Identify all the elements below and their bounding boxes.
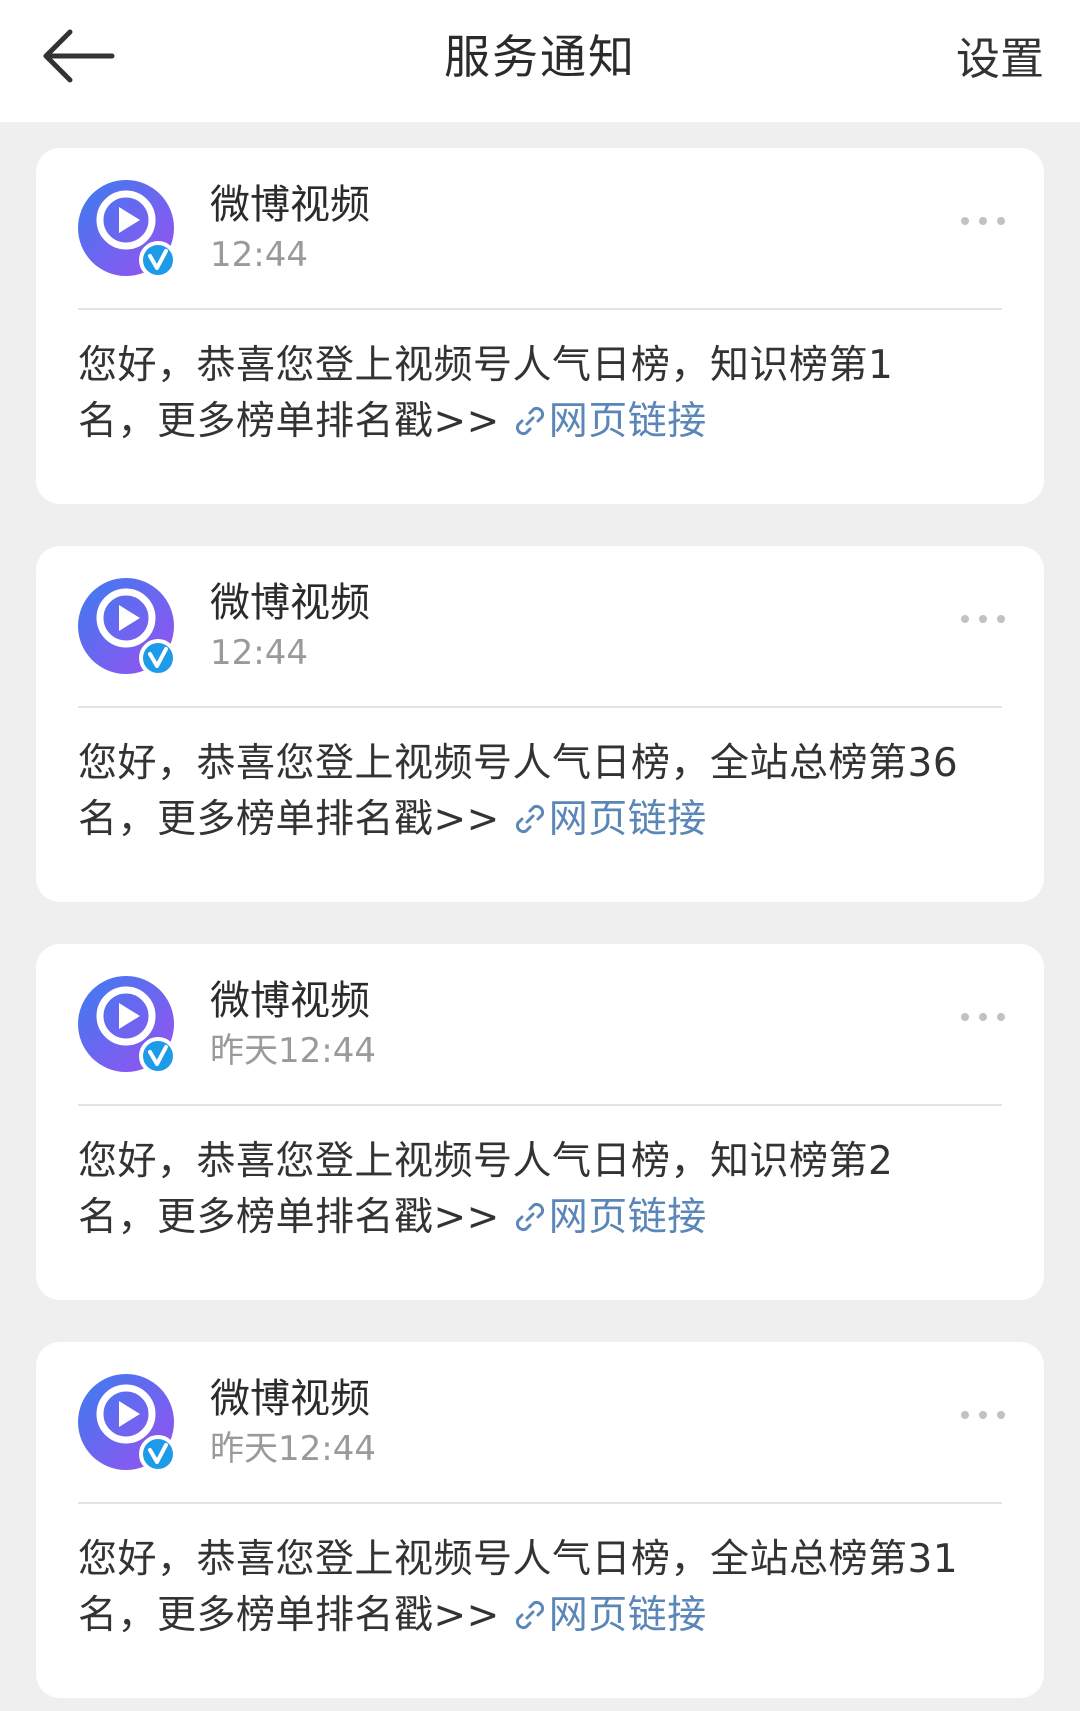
web-link[interactable]: 网页链接 [513,1593,707,1638]
sender-name: 微博视频 [210,978,370,1024]
divider [78,706,1002,708]
message-text-line1: 您好，恭喜您登上视频号人气日榜，全站总榜第31 [78,1537,959,1582]
link-icon [515,406,544,436]
message-body: 您好，恭喜您登上视频号人气日榜，全站总榜第36 名，更多榜单排名戳>> 网页链接 [78,736,1008,848]
verified-badge-icon [139,1435,177,1473]
weibo-video-avatar[interactable] [78,1374,178,1474]
sender-name: 微博视频 [210,580,370,626]
web-link[interactable]: 网页链接 [513,399,707,444]
weibo-video-avatar[interactable] [78,578,178,678]
message-body: 您好，恭喜您登上视频号人气日榜，全站总榜第31 名，更多榜单排名戳>> 网页链接 [78,1532,1008,1644]
link-icon [515,804,544,834]
weibo-video-avatar[interactable] [78,976,178,1076]
message-text-line2: 名，更多榜单排名戳>> [78,399,513,444]
top-bar: 服务通知 设置 [0,0,1080,122]
message-text-line1: 您好，恭喜您登上视频号人气日榜，全站总榜第36 [78,741,959,786]
page-title: 服务通知 [444,30,636,84]
message-text-line1: 您好，恭喜您登上视频号人气日榜，知识榜第1 [78,343,894,388]
web-link-label[interactable]: 网页链接 [549,1195,707,1240]
more-options-button[interactable] [958,214,1008,228]
message-text-line2: 名，更多榜单排名戳>> [78,797,513,842]
verified-badge-icon [139,241,177,279]
divider [78,308,1002,310]
timestamp: 12:44 [210,235,308,275]
web-link-label[interactable]: 网页链接 [549,399,707,444]
web-link-label[interactable]: 网页链接 [549,797,707,842]
message-text-line2: 名，更多榜单排名戳>> [78,1195,513,1240]
notification-card[interactable]: 微博视频 昨天12:44 您好，恭喜您登上视频号人气日榜，知识榜第2 名，更多榜… [36,944,1044,1300]
divider [78,1104,1002,1106]
divider [78,1502,1002,1504]
timestamp: 12:44 [210,633,308,673]
verified-badge-icon [139,1037,177,1075]
web-link[interactable]: 网页链接 [513,1195,707,1240]
timestamp: 昨天12:44 [210,1429,376,1469]
message-text-line2: 名，更多榜单排名戳>> [78,1593,513,1638]
message-body: 您好，恭喜您登上视频号人气日榜，知识榜第2 名，更多榜单排名戳>> 网页链接 [78,1134,1008,1246]
more-options-button[interactable] [958,1010,1008,1024]
message-body: 您好，恭喜您登上视频号人气日榜，知识榜第1 名，更多榜单排名戳>> 网页链接 [78,338,1008,450]
sender-name: 微博视频 [210,1376,370,1422]
timestamp: 昨天12:44 [210,1031,376,1071]
more-options-button[interactable] [958,1408,1008,1422]
web-link-label[interactable]: 网页链接 [549,1593,707,1638]
notification-card[interactable]: 微博视频 昨天12:44 您好，恭喜您登上视频号人气日榜，全站总榜第31 名，更… [36,1342,1044,1698]
weibo-video-avatar[interactable] [78,180,178,280]
web-link[interactable]: 网页链接 [513,797,707,842]
sender-name: 微博视频 [210,182,370,228]
settings-button[interactable]: 设置 [956,28,1044,92]
more-options-button[interactable] [958,612,1008,626]
notification-card[interactable]: 微博视频 12:44 您好，恭喜您登上视频号人气日榜，知识榜第1 名，更多榜单排… [36,148,1044,504]
notification-card[interactable]: 微博视频 12:44 您好，恭喜您登上视频号人气日榜，全站总榜第36 名，更多榜… [36,546,1044,902]
link-icon [515,1202,544,1232]
link-icon [515,1600,544,1630]
verified-badge-icon [139,639,177,677]
message-text-line1: 您好，恭喜您登上视频号人气日榜，知识榜第2 [78,1139,894,1184]
